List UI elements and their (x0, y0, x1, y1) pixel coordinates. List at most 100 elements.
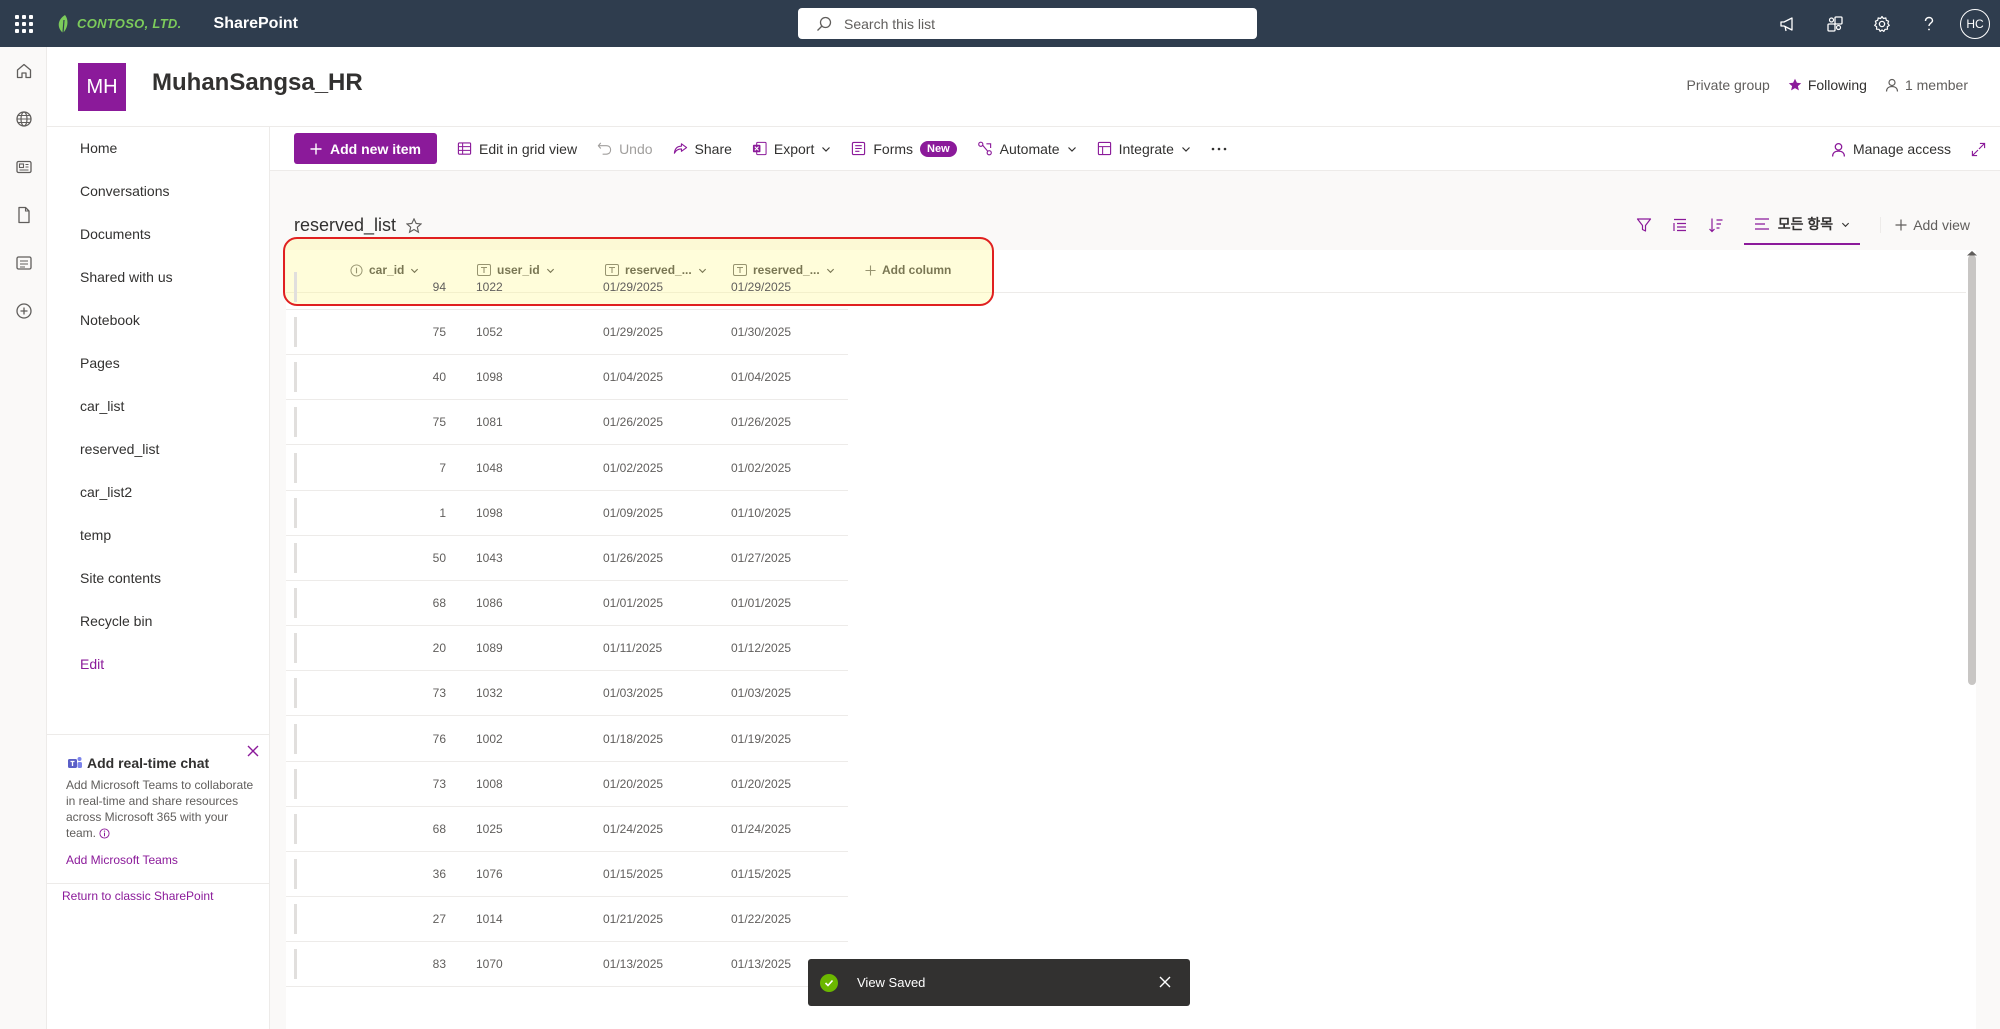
rail-home[interactable] (0, 47, 47, 95)
row-selector[interactable] (294, 497, 297, 528)
info-icon[interactable] (99, 828, 110, 839)
nav-item-car-list2[interactable]: car_list2 (80, 484, 132, 500)
table-row[interactable]: 40 1098 01/04/2025 01/04/2025 (286, 355, 848, 401)
table-row[interactable]: 76 1002 01/18/2025 01/19/2025 (286, 717, 848, 762)
table-row[interactable]: 94 1022 01/29/2025 01/29/2025 (286, 265, 848, 310)
table-cell: 01/04/2025 (731, 370, 792, 385)
view-selector[interactable]: 모든 항목 (1743, 205, 1861, 245)
rail-files[interactable] (0, 191, 47, 239)
nav-item-recycle-bin[interactable]: Recycle bin (80, 613, 152, 629)
members-button[interactable]: 1 member (1885, 77, 1968, 93)
nav-item-shared-with-us[interactable]: Shared with us (80, 269, 173, 285)
following-button[interactable]: Following (1788, 77, 1867, 93)
rail-news[interactable] (0, 143, 47, 191)
forms-button[interactable]: Forms New (851, 140, 957, 157)
help-button[interactable] (1905, 0, 1952, 47)
close-icon[interactable] (1158, 975, 1172, 989)
row-selector[interactable] (294, 317, 297, 348)
app-launcher-button[interactable] (0, 0, 47, 47)
members-label: 1 member (1904, 77, 1968, 93)
add-view-button[interactable]: Add view (1880, 217, 1970, 233)
nav-item-car-list[interactable]: car_list (80, 398, 124, 414)
add-teams-link[interactable]: Add Microsoft Teams (66, 853, 178, 867)
nav-item-temp[interactable]: temp (80, 527, 111, 543)
share-button[interactable]: Share (673, 141, 732, 157)
table-row[interactable]: 27 1014 01/21/2025 01/22/2025 (286, 897, 848, 943)
brand-logo[interactable]: CONTOSO, LTD. (55, 14, 182, 34)
rail-lists[interactable] (0, 239, 47, 287)
row-selector[interactable] (294, 272, 297, 302)
automate-button[interactable]: Automate (977, 141, 1077, 157)
table-row[interactable]: 68 1025 01/24/2025 01/24/2025 (286, 807, 848, 852)
row-selector[interactable] (294, 723, 297, 754)
table-cell: 40 (432, 370, 446, 385)
app-name[interactable]: SharePoint (214, 15, 298, 33)
close-icon[interactable] (245, 743, 261, 759)
add-new-item-button[interactable]: Add new item (294, 133, 438, 164)
sort-icon[interactable] (1708, 217, 1724, 233)
app-rail (0, 47, 47, 1029)
row-selector[interactable] (294, 904, 297, 935)
row-selector[interactable] (294, 452, 297, 483)
add-column-button[interactable]: Add column (865, 263, 951, 277)
rail-sites[interactable] (0, 95, 47, 143)
search-input[interactable] (844, 15, 1224, 32)
row-selector[interactable] (294, 362, 297, 393)
search-box[interactable] (798, 8, 1257, 39)
row-selector[interactable] (294, 633, 297, 664)
expand-button[interactable] (1971, 142, 1986, 157)
row-selector[interactable] (294, 813, 297, 844)
site-title[interactable]: MuhanSangsa_HR (152, 69, 363, 97)
more-commands-button[interactable] (1211, 147, 1227, 151)
site-navigation: Home Conversations Documents Shared with… (47, 127, 270, 1029)
manage-access-button[interactable]: Manage access (1831, 141, 1951, 157)
table-row[interactable]: 75 1052 01/29/2025 01/30/2025 (286, 310, 848, 356)
table-row[interactable]: 73 1032 01/03/2025 01/03/2025 (286, 671, 848, 717)
megaphone-button[interactable] (1764, 0, 1811, 47)
row-selector[interactable] (294, 407, 297, 438)
table-row[interactable]: 50 1043 01/26/2025 01/27/2025 (286, 536, 848, 581)
table-row[interactable]: 68 1086 01/01/2025 01/01/2025 (286, 581, 848, 627)
table-cell: 01/29/2025 (603, 280, 664, 294)
rail-create[interactable] (0, 287, 47, 335)
table-row[interactable]: 36 1076 01/15/2025 01/15/2025 (286, 852, 848, 897)
settings-button[interactable] (1858, 0, 1905, 47)
table-row[interactable]: 73 1008 01/20/2025 01/20/2025 (286, 762, 848, 807)
integrate-button[interactable]: Integrate (1097, 141, 1191, 157)
group-by-icon[interactable] (1672, 217, 1688, 233)
row-selector[interactable] (294, 588, 297, 619)
row-selector[interactable] (294, 542, 297, 573)
site-logo[interactable]: MH (78, 63, 126, 111)
add-circle-icon (15, 303, 32, 319)
nav-item-reserved-list[interactable]: reserved_list (80, 441, 159, 457)
nav-item-site-contents[interactable]: Site contents (80, 570, 161, 586)
table-row[interactable]: 20 1089 01/11/2025 01/12/2025 (286, 626, 848, 672)
star-icon[interactable] (406, 217, 423, 234)
export-button[interactable]: Export (752, 141, 831, 157)
table-row[interactable]: 1 1098 01/09/2025 01/10/2025 (286, 491, 848, 536)
avatar[interactable]: HC (1960, 8, 1990, 39)
table-row[interactable]: 75 1081 01/26/2025 01/26/2025 (286, 400, 848, 446)
nav-edit-link[interactable]: Edit (80, 656, 104, 672)
list-title-label[interactable]: reserved_list (294, 215, 396, 236)
community-button[interactable] (1811, 0, 1858, 47)
undo-button[interactable]: Undo (597, 141, 653, 157)
nav-item-pages[interactable]: Pages (80, 355, 120, 371)
table-row[interactable]: 7 1048 01/02/2025 01/02/2025 (286, 446, 848, 491)
filter-icon[interactable] (1636, 217, 1652, 233)
edit-grid-button[interactable]: Edit in grid view (457, 141, 577, 157)
return-classic-link[interactable]: Return to classic SharePoint (62, 889, 213, 903)
row-selector[interactable] (294, 949, 297, 980)
row-selector[interactable] (294, 678, 297, 709)
nav-item-notebook[interactable]: Notebook (80, 312, 140, 328)
nav-item-home[interactable]: Home (80, 140, 117, 156)
nav-item-documents[interactable]: Documents (80, 226, 151, 242)
nav-item-conversations[interactable]: Conversations (80, 183, 170, 199)
suite-actions: HC (1764, 0, 2000, 47)
scrollbar[interactable] (1968, 255, 1976, 685)
add-new-item-label: Add new item (330, 140, 422, 157)
row-selector[interactable] (294, 768, 297, 799)
table-row[interactable]: 83 1070 01/13/2025 01/13/2025 (286, 942, 848, 988)
row-selector[interactable] (294, 858, 297, 889)
scroll-up-icon[interactable] (1966, 250, 1978, 256)
